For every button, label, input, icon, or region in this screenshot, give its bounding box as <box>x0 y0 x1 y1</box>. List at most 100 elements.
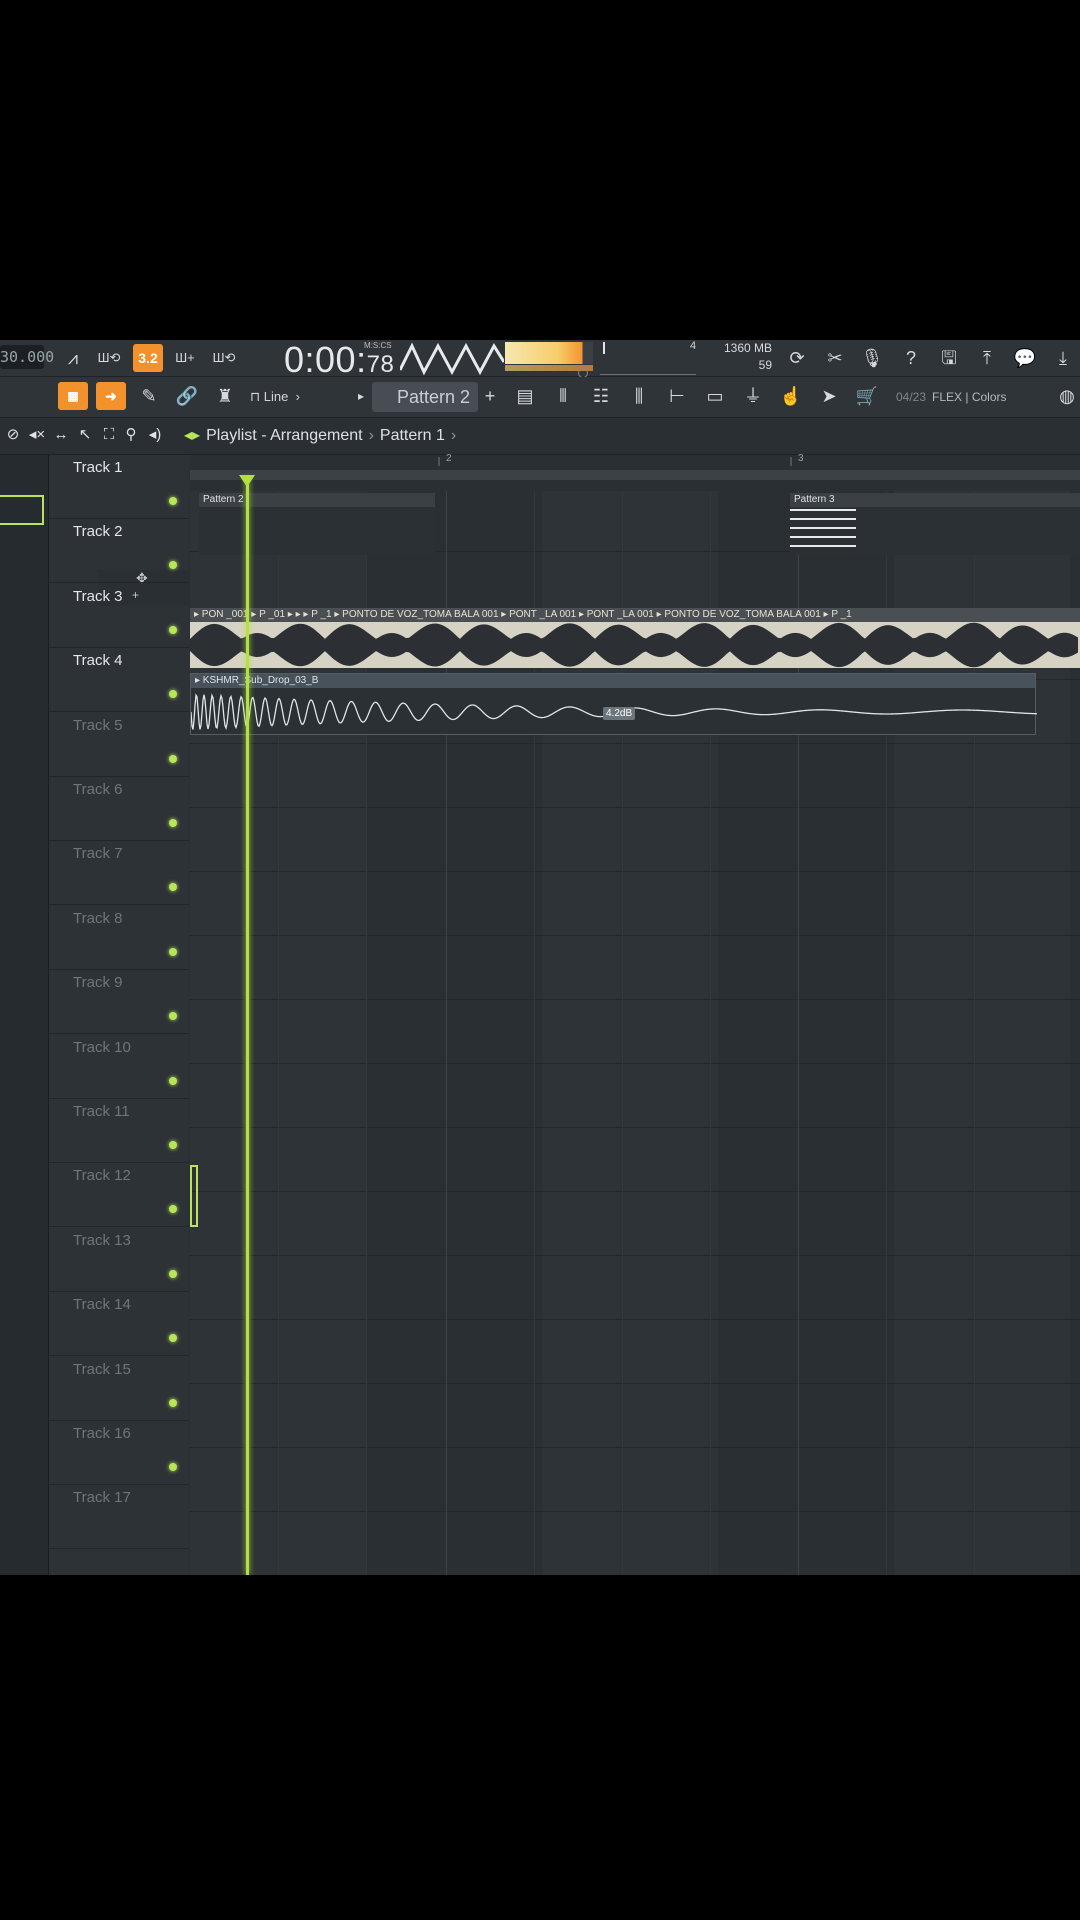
breadcrumb: ◂▸ Playlist - Arrangement › Pattern 1 › <box>184 427 457 444</box>
track-active-led[interactable] <box>169 1012 177 1021</box>
piano-roll-icon[interactable]: ⫴ <box>548 382 578 410</box>
clip-title: Pattern 3 <box>790 493 1080 507</box>
pointer-icon[interactable]: ↖ <box>74 421 96 449</box>
selection-marker[interactable] <box>190 1165 198 1227</box>
vocal-waveform <box>190 622 1078 668</box>
track-active-led[interactable] <box>169 1076 177 1085</box>
track-active-led[interactable] <box>169 1205 177 1214</box>
tempo-display[interactable]: 30.000 <box>0 345 54 369</box>
metronome-icon[interactable]: ⩘ <box>58 344 88 372</box>
touch-icon[interactable]: ☝ <box>776 382 806 410</box>
memory-display: 1360 MB 59 <box>722 340 772 374</box>
track-header[interactable]: Track 9 <box>49 970 189 1035</box>
horizontal-scrollbar[interactable] <box>190 470 1080 480</box>
playhead[interactable] <box>246 477 249 1575</box>
microphone-icon[interactable]: 🎙 <box>857 344 887 372</box>
track-active-led[interactable] <box>169 690 177 699</box>
reset-icon[interactable]: ⟳ <box>782 344 812 372</box>
clip-title: ▸ KSHMR_Sub_Drop_03_B <box>191 674 1035 688</box>
track-header[interactable]: Track 10 <box>49 1035 189 1099</box>
track-active-led[interactable] <box>169 883 177 892</box>
arrangement-grid[interactable]: 2 3 Pattern 2 Pattern 3 ▸ PON _001 ▸ P _… <box>190 453 1080 1575</box>
current-pattern[interactable]: Pattern 1 <box>380 427 445 444</box>
channel-rack-icon[interactable]: ☷ <box>586 382 616 410</box>
track-header[interactable]: Track 15 <box>49 1357 189 1421</box>
plugin-icon[interactable]: ⏚ <box>738 382 768 410</box>
track-active-led[interactable] <box>169 1334 177 1343</box>
track-active-led[interactable] <box>169 819 177 827</box>
ruler-marker <box>790 457 792 466</box>
cpu-value: 4 <box>690 340 697 352</box>
track-header[interactable]: Track 6 <box>49 777 189 841</box>
track-active-led[interactable] <box>169 561 177 570</box>
track-active-led[interactable] <box>169 625 177 634</box>
audio-clip-vocals[interactable]: ▸ PON _001 ▸ P _01 ▸ ▸ ▸ P _1 ▸ PONTO DE… <box>190 608 1080 668</box>
track-active-led[interactable] <box>169 947 177 956</box>
track-header[interactable]: Track 4 <box>49 648 189 713</box>
track-header[interactable]: Track 8 <box>49 906 189 970</box>
track-name: Track 8 <box>73 909 123 927</box>
track-header[interactable]: Track 5 <box>49 713 189 777</box>
shop-icon[interactable]: 🛒 <box>852 382 882 410</box>
send-icon[interactable]: ➤ <box>814 382 844 410</box>
playlist-title[interactable]: Playlist - Arrangement <box>206 427 363 444</box>
globe-icon[interactable]: ◍ <box>1052 382 1080 410</box>
track-header[interactable]: Track 13 <box>49 1228 189 1292</box>
track-header[interactable]: Track 17 <box>49 1485 189 1550</box>
volume-icon[interactable]: ◂) <box>144 421 166 449</box>
select-icon[interactable]: ⛶ <box>98 421 120 449</box>
cpu-indicator <box>603 342 605 354</box>
cut-icon[interactable]: ✂ <box>820 344 850 372</box>
fl-studio-window: 30.000 ⩘ Ш⟲ 3.2 Ш+ Ш⟲ 0:00:78 M:S:CS 4 1… <box>0 340 1080 1575</box>
loop-record-icon[interactable]: Ш⟲ <box>209 344 239 372</box>
track-header[interactable]: Track 2 <box>49 519 189 584</box>
track-active-led[interactable] <box>169 1269 177 1278</box>
browser-selection[interactable] <box>0 495 44 525</box>
speaker-icon[interactable]: ◂× <box>26 421 48 449</box>
save-icon[interactable]: 🖫 <box>934 344 964 372</box>
track-header[interactable]: Track 1 <box>49 455 189 519</box>
mute-icon[interactable]: ⊘ <box>2 421 24 449</box>
track-header[interactable]: Track 12 <box>49 1163 189 1228</box>
track-active-led[interactable] <box>169 1463 177 1471</box>
track-header[interactable]: Track 11 <box>49 1099 189 1163</box>
browser-tree-icon[interactable]: ⊢ <box>662 382 692 410</box>
snap-selector[interactable]: ⊓ Line › <box>250 385 300 409</box>
zoom-icon[interactable]: ⚲ <box>120 421 142 449</box>
typing-keyboard-icon[interactable]: ▦ <box>58 382 88 410</box>
download-icon[interactable]: ⤓ <box>1048 344 1078 372</box>
pattern-song-toggle[interactable]: 3.2 <box>133 344 163 372</box>
pattern-clip-3[interactable]: Pattern 3 <box>790 493 1080 555</box>
pattern-clip-2[interactable]: Pattern 2 <box>199 493 435 555</box>
resize-icon[interactable]: ↔ <box>50 421 72 449</box>
file-icon[interactable]: ▭ <box>700 382 730 410</box>
wait-record-icon[interactable]: Ш⟲ <box>94 344 124 372</box>
ruler-marker <box>438 457 440 466</box>
brush-icon[interactable]: ✎ <box>134 382 164 410</box>
track-active-led[interactable] <box>169 1398 177 1407</box>
track-header[interactable]: Track 14 <box>49 1292 189 1357</box>
link-icon[interactable]: 🔗 <box>172 382 202 410</box>
timeline-ruler[interactable]: 2 3 <box>190 453 1080 491</box>
audio-clip-sub-drop[interactable]: ▸ KSHMR_Sub_Drop_03_B 4.2dB <box>190 673 1037 735</box>
help-icon[interactable]: ? <box>896 344 926 372</box>
ruler-number: 3 <box>798 453 804 464</box>
stamp-icon[interactable]: ♜ <box>210 382 240 410</box>
pattern-selector[interactable]: Pattern 2 <box>372 382 478 412</box>
chat-icon[interactable]: 💬 <box>1010 344 1040 372</box>
step-edit-icon[interactable]: Ш+ <box>170 344 200 372</box>
track-header[interactable]: Track 16 <box>49 1421 189 1485</box>
track-header[interactable]: Track 7 <box>49 841 189 906</box>
track-active-led[interactable] <box>169 754 177 763</box>
step-forward-icon[interactable]: ➜ <box>96 382 126 410</box>
track-active-led[interactable] <box>169 1141 177 1149</box>
ruler-number: 2 <box>446 453 452 464</box>
add-pattern-icon[interactable]: + <box>480 382 500 410</box>
track-active-led[interactable] <box>169 497 177 505</box>
export-icon[interactable]: ⤒ <box>972 344 1002 372</box>
track-name: Track 10 <box>73 1038 131 1056</box>
playlist-icon[interactable]: ▤ <box>510 382 540 410</box>
track-header[interactable]: Track 3 <box>49 584 189 648</box>
mixer-icon[interactable]: ⫼ <box>624 382 654 410</box>
play-speaker-icon[interactable]: ◂▸ <box>184 427 200 444</box>
